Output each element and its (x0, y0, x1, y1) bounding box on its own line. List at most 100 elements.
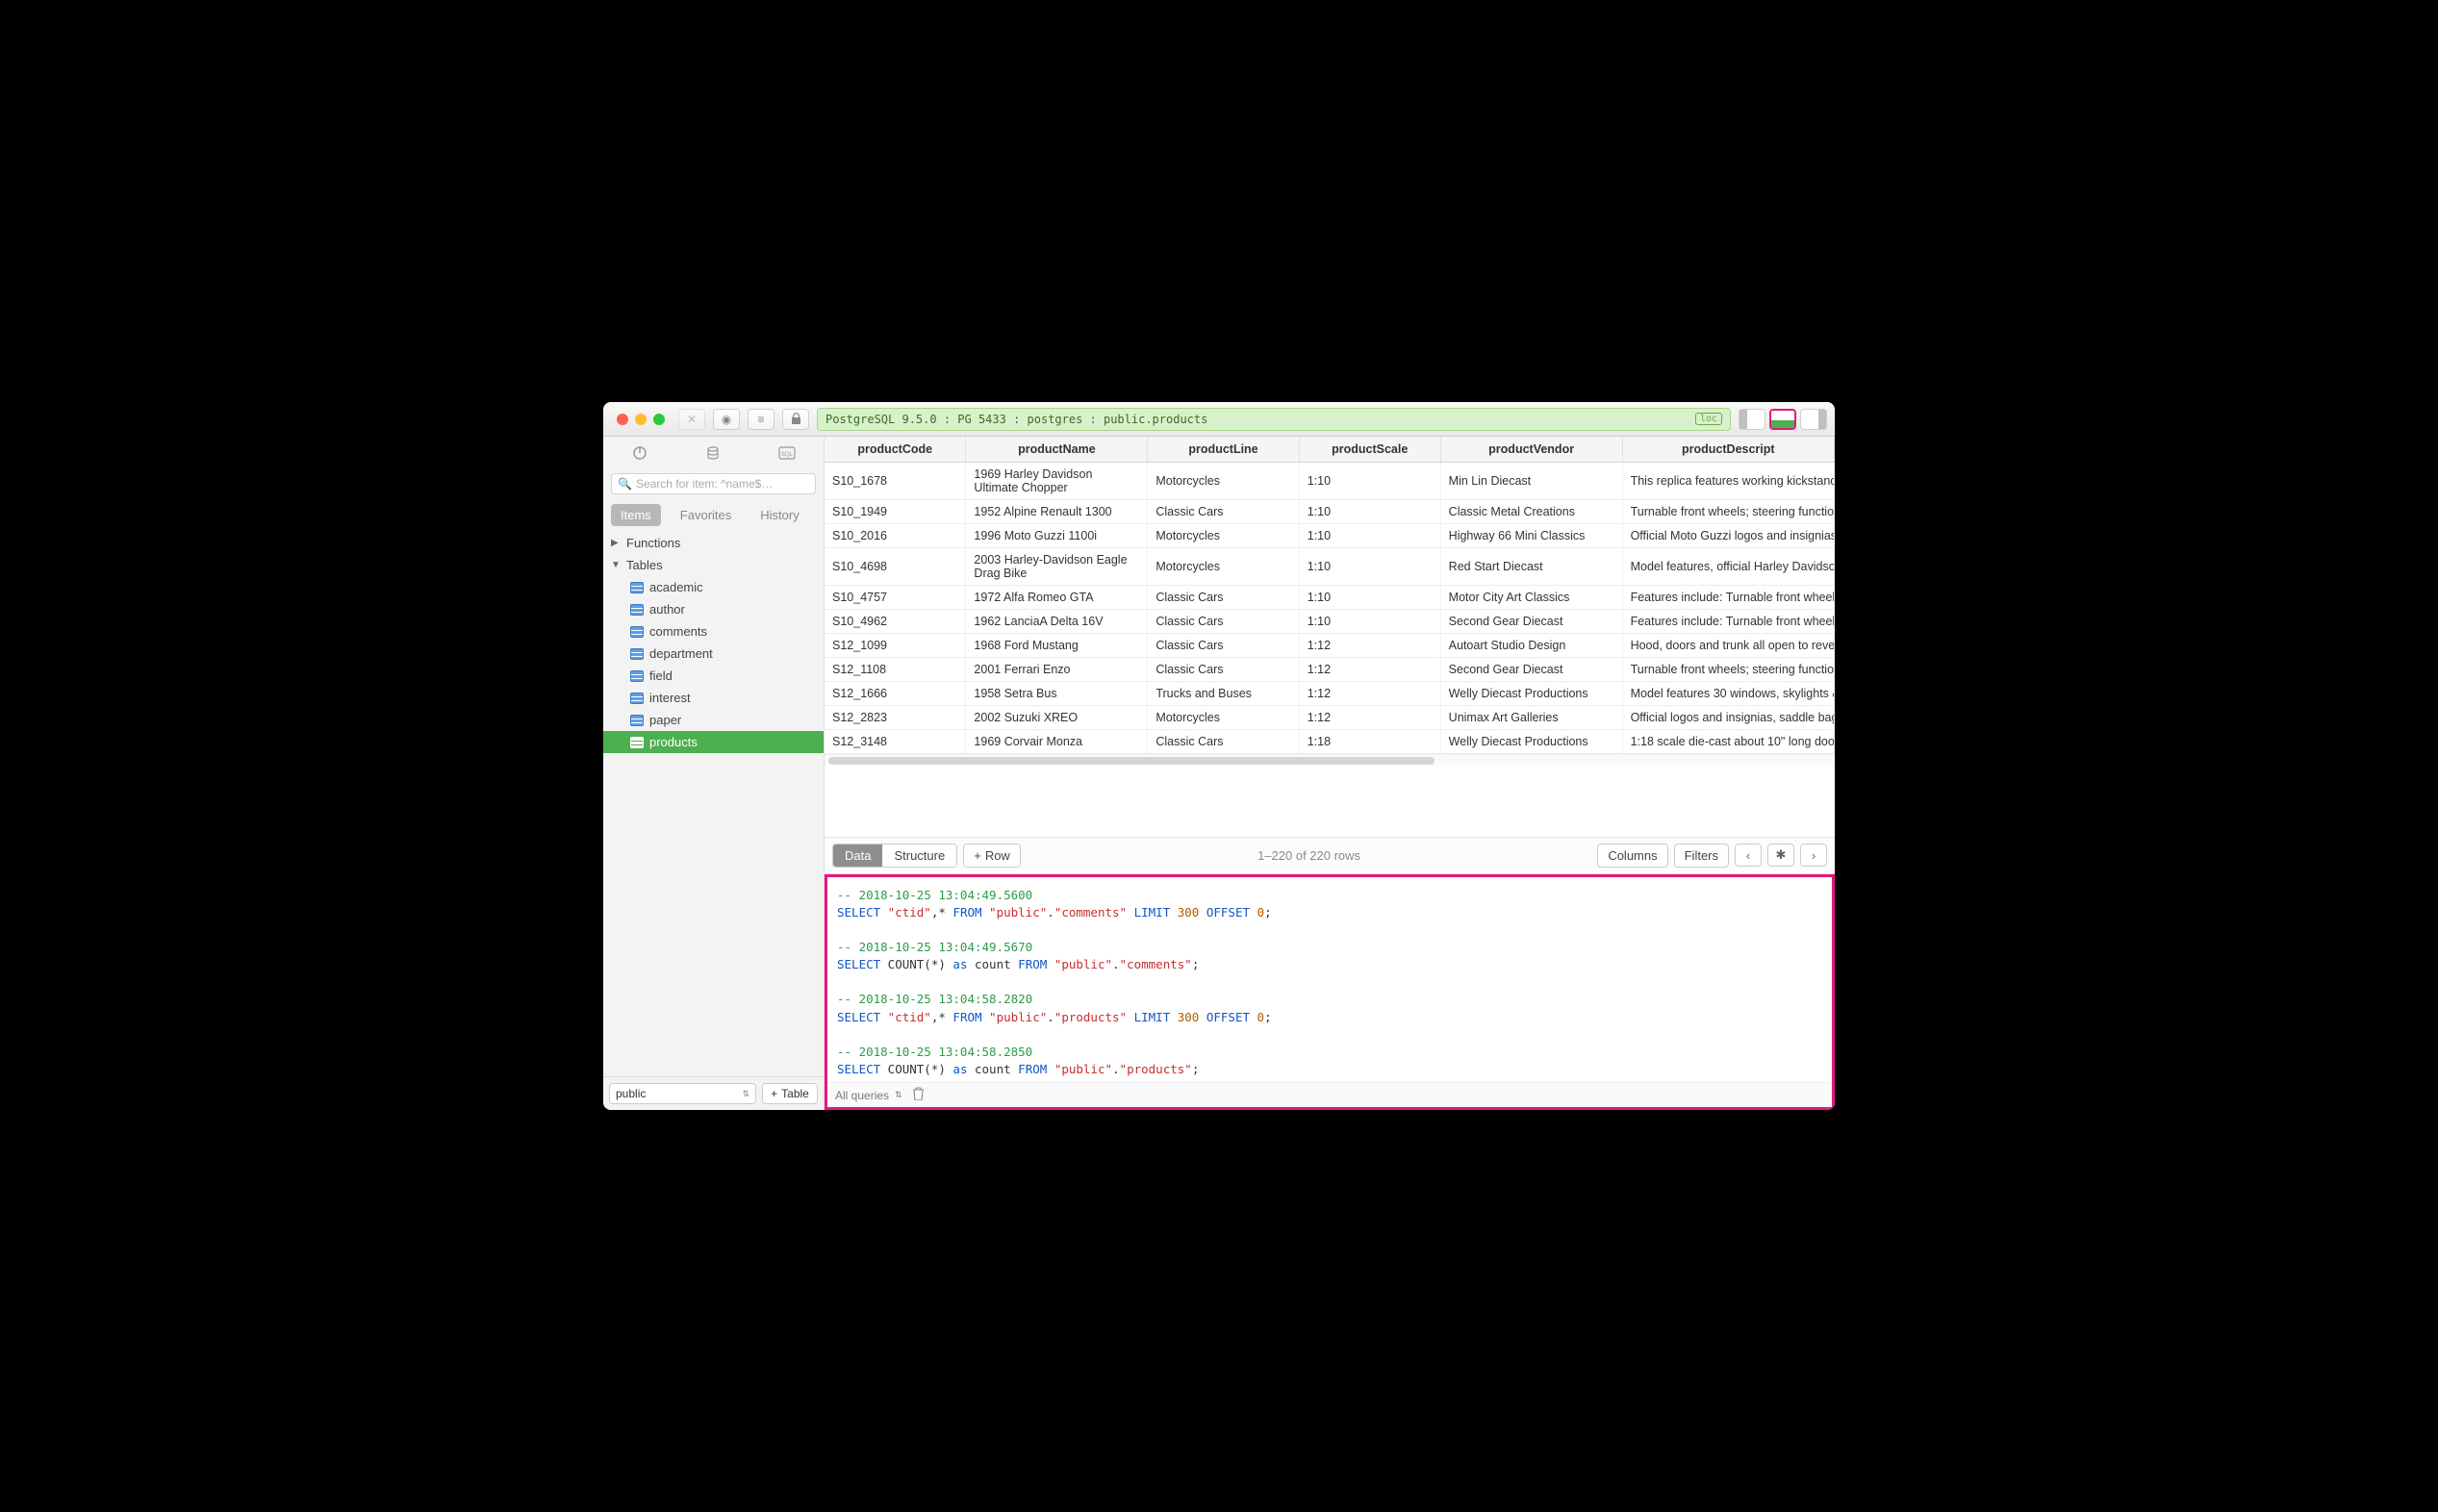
sidebar-table-author[interactable]: author (603, 598, 824, 620)
cell[interactable]: 1996 Moto Guzzi 1100i (966, 524, 1148, 548)
cell[interactable]: S10_4757 (825, 586, 966, 610)
cell[interactable]: S10_1949 (825, 500, 966, 524)
cell[interactable]: Motorcycles (1148, 463, 1299, 500)
column-header[interactable]: productName (966, 437, 1148, 463)
lock-button[interactable] (782, 409, 809, 430)
cell[interactable]: 1:10 (1299, 500, 1440, 524)
tab-items[interactable]: Items (611, 504, 661, 526)
settings-button[interactable]: ✱ (1767, 844, 1794, 867)
table-row[interactable]: S12_16661958 Setra BusTrucks and Buses1:… (825, 682, 1835, 706)
sidebar-table-interest[interactable]: interest (603, 687, 824, 709)
cell[interactable]: Min Lin Diecast (1440, 463, 1622, 500)
cell[interactable]: 1:18 scale die-cast about 10" long doors… (1622, 730, 1834, 754)
cell[interactable]: 1:10 (1299, 610, 1440, 634)
cell[interactable]: Turnable front wheels; steering function… (1622, 500, 1834, 524)
cell[interactable]: Features include: Turnable front wheels;… (1622, 610, 1834, 634)
cell[interactable]: 1968 Ford Mustang (966, 634, 1148, 658)
cell[interactable]: Classic Cars (1148, 610, 1299, 634)
cell[interactable]: S12_1108 (825, 658, 966, 682)
clear-log-button[interactable] (912, 1087, 925, 1103)
cell[interactable]: Unimax Art Galleries (1440, 706, 1622, 730)
close-window-button[interactable] (617, 414, 628, 425)
query-log[interactable]: -- 2018-10-25 13:04:49.5600 SELECT "ctid… (827, 877, 1832, 1082)
add-table-button[interactable]: +Table (762, 1083, 818, 1104)
cell[interactable]: 1:10 (1299, 524, 1440, 548)
cell[interactable]: 1962 LanciaA Delta 16V (966, 610, 1148, 634)
cell[interactable]: Model features 30 windows, skylights & g… (1622, 682, 1834, 706)
power-icon[interactable] (629, 442, 650, 464)
sidebar-table-products[interactable]: products (603, 731, 824, 753)
cell[interactable]: Red Start Diecast (1440, 548, 1622, 586)
cell[interactable]: S12_1099 (825, 634, 966, 658)
cell[interactable]: 1:18 (1299, 730, 1440, 754)
cell[interactable]: Welly Diecast Productions (1440, 682, 1622, 706)
table-row[interactable]: S10_47571972 Alfa Romeo GTAClassic Cars1… (825, 586, 1835, 610)
table-row[interactable]: S10_46982003 Harley-Davidson Eagle Drag … (825, 548, 1835, 586)
tree-tables[interactable]: ▼Tables (603, 554, 824, 576)
cell[interactable]: Hood, doors and trunk all open to reveal… (1622, 634, 1834, 658)
tab-favorites[interactable]: Favorites (671, 504, 741, 526)
cell[interactable]: 1:12 (1299, 682, 1440, 706)
column-header[interactable]: productCode (825, 437, 966, 463)
filters-button[interactable]: Filters (1674, 844, 1729, 868)
cell[interactable]: 2001 Ferrari Enzo (966, 658, 1148, 682)
cell[interactable]: Classic Cars (1148, 586, 1299, 610)
cell[interactable]: S10_2016 (825, 524, 966, 548)
column-header[interactable]: productDescript (1622, 437, 1834, 463)
cell[interactable]: S12_1666 (825, 682, 966, 706)
cell[interactable]: 1:10 (1299, 463, 1440, 500)
cell[interactable]: Model features, official Harley Davidson… (1622, 548, 1834, 586)
columns-button[interactable]: Columns (1597, 844, 1667, 868)
sql-icon[interactable]: SQL (776, 442, 798, 464)
table-row[interactable]: S12_10991968 Ford MustangClassic Cars1:1… (825, 634, 1835, 658)
cell[interactable]: Turnable front wheels; steering function… (1622, 658, 1834, 682)
cell[interactable]: This replica features working kickstand,… (1622, 463, 1834, 500)
cell[interactable]: Motorcycles (1148, 706, 1299, 730)
log-filter-selector[interactable]: All queries⇅ (835, 1089, 902, 1102)
panel-left-toggle[interactable] (1739, 409, 1765, 430)
cell[interactable]: 1:12 (1299, 706, 1440, 730)
cell[interactable]: Autoart Studio Design (1440, 634, 1622, 658)
column-header[interactable]: productVendor (1440, 437, 1622, 463)
tree-functions[interactable]: ▶Functions (603, 532, 824, 554)
cell[interactable]: Second Gear Diecast (1440, 658, 1622, 682)
cell[interactable]: 1969 Corvair Monza (966, 730, 1148, 754)
structure-tab[interactable]: Structure (882, 844, 956, 867)
table-row[interactable]: S12_11082001 Ferrari EnzoClassic Cars1:1… (825, 658, 1835, 682)
sidebar-table-paper[interactable]: paper (603, 709, 824, 731)
cell[interactable]: S12_2823 (825, 706, 966, 730)
table-row[interactable]: S10_16781969 Harley Davidson Ultimate Ch… (825, 463, 1835, 500)
cell[interactable]: Classic Metal Creations (1440, 500, 1622, 524)
cell[interactable]: 1:10 (1299, 586, 1440, 610)
cell[interactable]: 1952 Alpine Renault 1300 (966, 500, 1148, 524)
cell[interactable]: Trucks and Buses (1148, 682, 1299, 706)
cell[interactable]: Welly Diecast Productions (1440, 730, 1622, 754)
table-row[interactable]: S10_49621962 LanciaA Delta 16VClassic Ca… (825, 610, 1835, 634)
cell[interactable]: Classic Cars (1148, 658, 1299, 682)
schema-selector[interactable]: public⇅ (609, 1083, 756, 1104)
column-header[interactable]: productScale (1299, 437, 1440, 463)
cell[interactable]: Motorcycles (1148, 524, 1299, 548)
cell[interactable]: 1:12 (1299, 658, 1440, 682)
sidebar-table-field[interactable]: field (603, 665, 824, 687)
sidebar-table-comments[interactable]: comments (603, 620, 824, 643)
cell[interactable]: 1:12 (1299, 634, 1440, 658)
table-row[interactable]: S10_19491952 Alpine Renault 1300 Classic … (825, 500, 1835, 524)
cell[interactable]: S10_4962 (825, 610, 966, 634)
sidebar-search[interactable]: 🔍 Search for item: ^name$… (611, 473, 816, 494)
cell[interactable]: 1972 Alfa Romeo GTA (966, 586, 1148, 610)
cell[interactable]: Highway 66 Mini Classics (1440, 524, 1622, 548)
column-header[interactable]: productLine (1148, 437, 1299, 463)
cell[interactable]: 1:10 (1299, 548, 1440, 586)
cell[interactable]: 1969 Harley Davidson Ultimate Chopper (966, 463, 1148, 500)
cell[interactable]: Features include: Turnable front wheels;… (1622, 586, 1834, 610)
sidebar-table-academic[interactable]: academic (603, 576, 824, 598)
panel-right-toggle[interactable] (1800, 409, 1827, 430)
cell[interactable]: Official Moto Guzzi logos and insignias,… (1622, 524, 1834, 548)
menu-button[interactable]: ≡ (748, 409, 775, 430)
cell[interactable]: S10_4698 (825, 548, 966, 586)
cell[interactable]: Official logos and insignias, saddle bag… (1622, 706, 1834, 730)
cell[interactable]: 1958 Setra Bus (966, 682, 1148, 706)
table-row[interactable]: S12_31481969 Corvair MonzaClassic Cars1:… (825, 730, 1835, 754)
reveal-button[interactable]: ◉ (713, 409, 740, 430)
